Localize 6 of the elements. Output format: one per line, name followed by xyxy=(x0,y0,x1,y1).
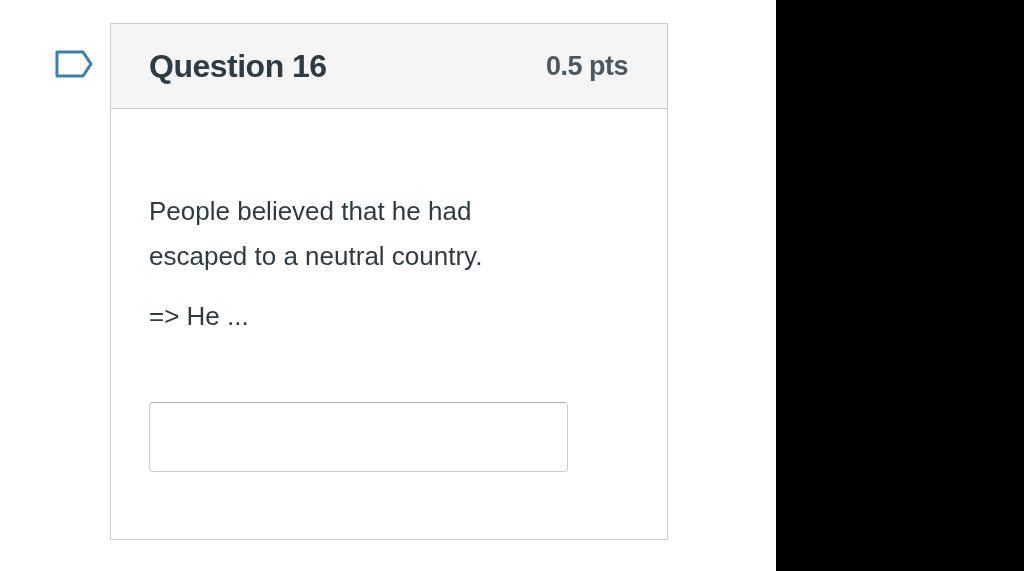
answer-field[interactable] xyxy=(149,402,568,472)
question-title: Question 16 xyxy=(149,47,327,85)
question-text: People believed that he had escaped to a neutral country. xyxy=(149,195,484,273)
points-label: 0.5 pts xyxy=(545,50,628,82)
flag-icon[interactable] xyxy=(55,50,93,78)
answer-prompt: => He ... xyxy=(149,301,250,332)
